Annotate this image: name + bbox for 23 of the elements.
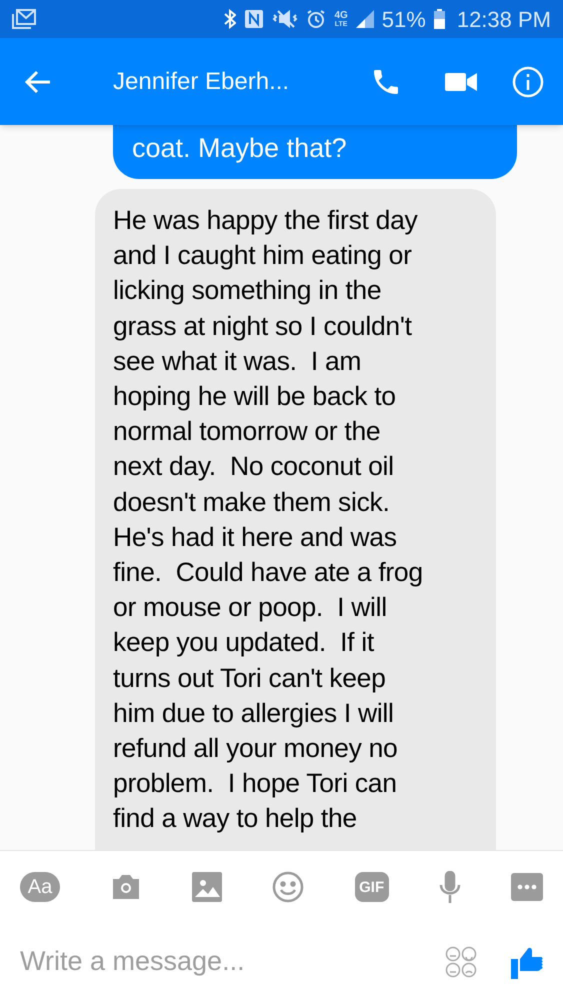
message-input[interactable]: Write a message... [20, 941, 433, 982]
sent-message: coat. Maybe that? [113, 125, 517, 179]
clock: 12:38 PM [456, 6, 551, 34]
back-arrow-icon[interactable] [24, 70, 52, 94]
emoji-icon[interactable] [272, 871, 304, 903]
received-message: He was happy the first day and I caught him eating or licking something in the grass at night so I couldn't see what it was. I am hoping he will be back to normal tomorrow or the next day. No coconut oil doesn't make them sick. He's had it here and was fine. Could have ate a frog or mouse or poop. I will keep you updated. If it turns out Tori can't keep him due to allergies I will refund all your money no problem. I hope Tori can find a way to help the [95, 189, 496, 850]
text-format-button[interactable]: Aa [20, 872, 60, 902]
image-icon[interactable] [192, 872, 222, 902]
battery-icon [434, 9, 445, 29]
info-button[interactable] [511, 66, 545, 98]
gif-button[interactable]: GIF [354, 872, 389, 902]
alarm-icon [306, 9, 326, 29]
contact-name[interactable]: Jennifer Eberh... [113, 64, 290, 100]
more-icon[interactable] [510, 873, 543, 901]
signal-icon [356, 10, 374, 28]
network-type-label: 4G [334, 10, 348, 20]
bluetooth-icon [224, 9, 236, 29]
microphone-icon[interactable] [438, 871, 461, 903]
vibrate-mute-icon [272, 9, 298, 29]
nfc-icon [244, 9, 264, 29]
emoji-faces-icon[interactable] [445, 946, 477, 978]
battery-percent: 51% [382, 6, 426, 34]
mail-icon [12, 9, 36, 29]
